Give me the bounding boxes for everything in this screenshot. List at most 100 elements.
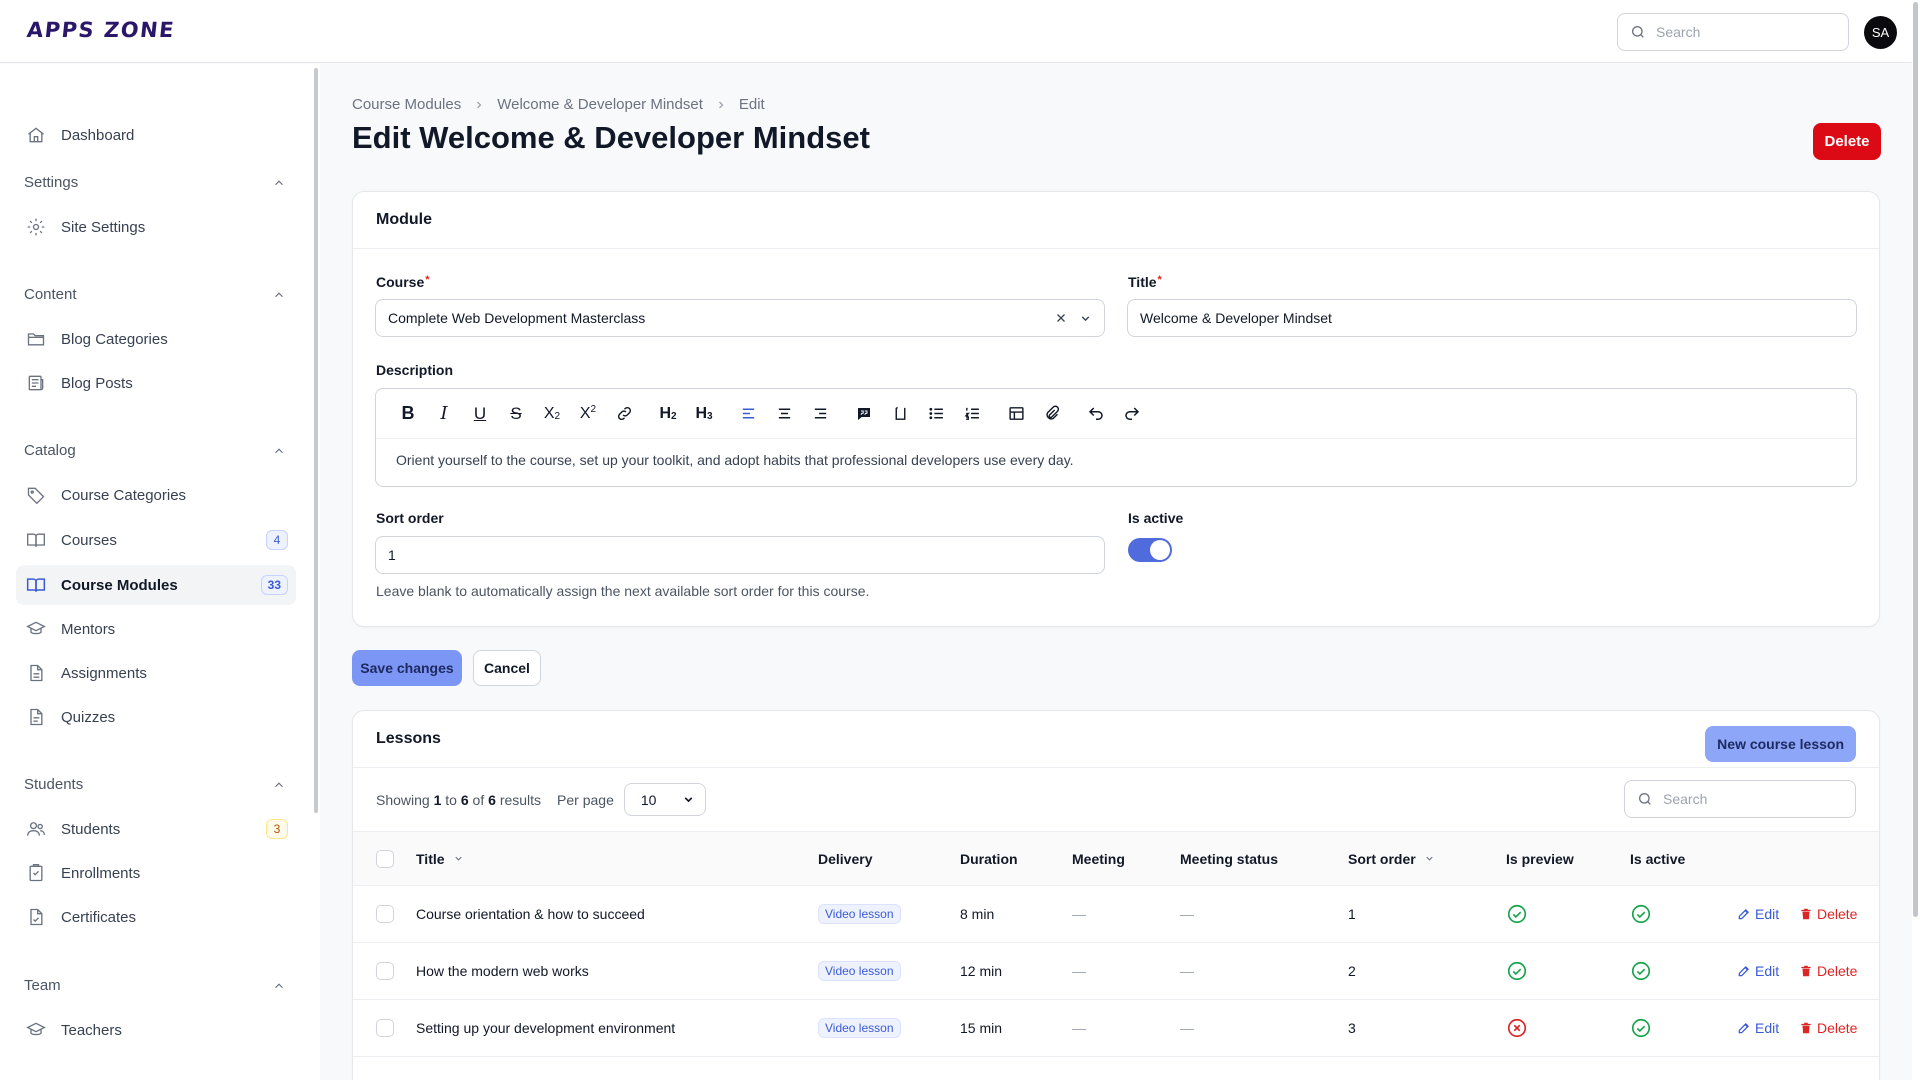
- sidebar-item-label: Course Modules: [61, 576, 178, 594]
- sidebar-item-assignments[interactable]: Assignments: [16, 653, 296, 693]
- check-circle-icon: [1506, 886, 1528, 942]
- table-row[interactable]: How the modern web works Video lesson 12 m…: [353, 943, 1879, 1000]
- sidebar-item-dashboard[interactable]: Dashboard: [16, 115, 296, 155]
- table-header: Title Delivery Duration Meeting Meeting …: [353, 832, 1879, 886]
- search-icon: [1632, 26, 1644, 38]
- lesson-sort-order: 1: [1348, 906, 1356, 922]
- sidebar-group-team[interactable]: Team: [24, 977, 286, 994]
- subscript-icon[interactable]: X2: [534, 400, 570, 428]
- trash-icon: [1799, 907, 1813, 921]
- document-icon: [25, 662, 47, 684]
- description-text[interactable]: Orient yourself to the course, set up yo…: [376, 439, 1856, 481]
- table-row[interactable]: Setting up your development environment V…: [353, 1000, 1879, 1057]
- attach-icon[interactable]: [1034, 400, 1070, 428]
- new-course-lesson-button[interactable]: New course lesson: [1705, 726, 1856, 762]
- sidebar-group-students[interactable]: Students: [24, 776, 286, 793]
- sidebar-group-catalog[interactable]: Catalog: [24, 442, 286, 459]
- search-icon: [1639, 793, 1651, 805]
- edit-lesson-button[interactable]: Edit: [1737, 1020, 1779, 1036]
- chevron-up-icon: [275, 179, 283, 185]
- bullet-list-icon[interactable]: [918, 400, 954, 428]
- sidebar-item-site-settings[interactable]: Site Settings: [16, 207, 296, 247]
- students-count-badge: 3: [266, 819, 288, 839]
- italic-icon[interactable]: I: [426, 400, 462, 428]
- page-scrollbar[interactable]: [1912, 0, 1920, 1080]
- sidebar-item-students[interactable]: Students 3: [16, 809, 296, 849]
- edit-lesson-button[interactable]: Edit: [1737, 906, 1779, 922]
- chevron-down-icon[interactable]: [1079, 312, 1092, 325]
- delete-module-button[interactable]: Delete: [1813, 123, 1881, 160]
- sidebar-item-blog-posts[interactable]: Blog Posts: [16, 363, 296, 403]
- check-circle-icon: [1630, 886, 1652, 942]
- sidebar-item-mentors[interactable]: Mentors: [16, 609, 296, 649]
- align-left-icon[interactable]: [730, 400, 766, 428]
- lesson-meeting: —: [1072, 906, 1086, 922]
- title-input[interactable]: Welcome & Developer Mindset: [1127, 299, 1857, 337]
- undo-icon[interactable]: [1078, 400, 1114, 428]
- redo-icon[interactable]: [1114, 400, 1150, 428]
- numbered-list-icon[interactable]: [954, 400, 990, 428]
- underline-icon[interactable]: U: [462, 400, 498, 428]
- sidebar-item-course-categories[interactable]: Course Categories: [16, 475, 296, 515]
- description-label: Description: [376, 362, 454, 378]
- heading-2-icon[interactable]: H2: [650, 400, 686, 428]
- cancel-button[interactable]: Cancel: [473, 650, 541, 686]
- row-checkbox[interactable]: [376, 905, 394, 923]
- column-meeting: Meeting: [1072, 850, 1125, 867]
- newspaper-icon: [25, 372, 47, 394]
- table-row[interactable]: Course orientation & how to succeed Video…: [353, 886, 1879, 943]
- strikethrough-icon[interactable]: S: [498, 400, 534, 428]
- sort-order-input[interactable]: 1: [375, 536, 1105, 574]
- lesson-duration: 8 min: [960, 906, 995, 922]
- sidebar-item-teachers[interactable]: Teachers: [16, 1010, 296, 1050]
- sidebar-item-course-modules[interactable]: Course Modules 33: [16, 565, 296, 605]
- bold-icon[interactable]: B: [390, 400, 426, 428]
- align-center-icon[interactable]: [766, 400, 802, 428]
- edit-lesson-button[interactable]: Edit: [1737, 963, 1779, 979]
- delete-lesson-button[interactable]: Delete: [1799, 906, 1857, 922]
- sidebar-scrollbar[interactable]: [314, 68, 318, 813]
- row-checkbox[interactable]: [376, 1019, 394, 1037]
- user-avatar[interactable]: SA: [1864, 16, 1897, 49]
- save-changes-button[interactable]: Save changes: [352, 650, 462, 686]
- delete-lesson-button[interactable]: Delete: [1799, 963, 1857, 979]
- code-block-icon[interactable]: [882, 400, 918, 428]
- delete-lesson-button[interactable]: Delete: [1799, 1020, 1857, 1036]
- superscript-icon[interactable]: X2: [570, 400, 606, 428]
- is-active-toggle[interactable]: [1128, 538, 1172, 562]
- quote-icon[interactable]: [846, 400, 882, 428]
- x-circle-icon: [1506, 1000, 1528, 1056]
- lesson-title: Setting up your development environment: [416, 1020, 676, 1036]
- breadcrumb-item[interactable]: Course Modules: [352, 96, 461, 113]
- breadcrumb-item[interactable]: Welcome & Developer Mindset: [497, 96, 703, 113]
- column-title[interactable]: Title: [416, 832, 464, 885]
- sidebar-item-enrollments[interactable]: Enrollments: [16, 853, 296, 893]
- sidebar-item-label: Certificates: [61, 908, 137, 926]
- course-select[interactable]: Complete Web Development Masterclass: [375, 299, 1105, 337]
- sidebar-item-certificates[interactable]: Certificates: [16, 897, 296, 937]
- link-icon[interactable]: [606, 400, 642, 428]
- sidebar-item-blog-categories[interactable]: Blog Categories: [16, 319, 296, 359]
- lesson-duration: 15 min: [960, 1020, 1003, 1036]
- lessons-search-input[interactable]: Search: [1624, 780, 1856, 818]
- sidebar-item-quizzes[interactable]: Quizzes: [16, 697, 296, 737]
- app-logo[interactable]: APPS ZONE: [26, 18, 177, 42]
- sidebar-group-content[interactable]: Content: [24, 286, 286, 303]
- sidebar-group-settings[interactable]: Settings: [24, 174, 286, 191]
- heading-3-icon[interactable]: H3: [686, 400, 722, 428]
- global-search-input[interactable]: Search: [1617, 13, 1849, 51]
- lesson-meeting: —: [1072, 1020, 1086, 1036]
- per-page-select[interactable]: 10: [623, 783, 706, 816]
- lesson-meeting-status: —: [1180, 963, 1194, 979]
- global-search-placeholder: Search: [1656, 24, 1701, 40]
- column-sort-order[interactable]: Sort order: [1348, 832, 1435, 885]
- row-checkbox[interactable]: [376, 962, 394, 980]
- is-active-label: Is active: [1128, 510, 1184, 526]
- align-right-icon[interactable]: [802, 400, 838, 428]
- sidebar-item-courses[interactable]: Courses 4: [16, 520, 296, 560]
- select-all-checkbox[interactable]: [376, 849, 394, 868]
- clear-icon[interactable]: [1055, 312, 1067, 324]
- description-editor[interactable]: B I U S X2 X2 H2 H3 Orient yourself to t…: [375, 388, 1857, 487]
- course-select-value: Complete Web Development Masterclass: [388, 310, 646, 326]
- table-icon[interactable]: [998, 400, 1034, 428]
